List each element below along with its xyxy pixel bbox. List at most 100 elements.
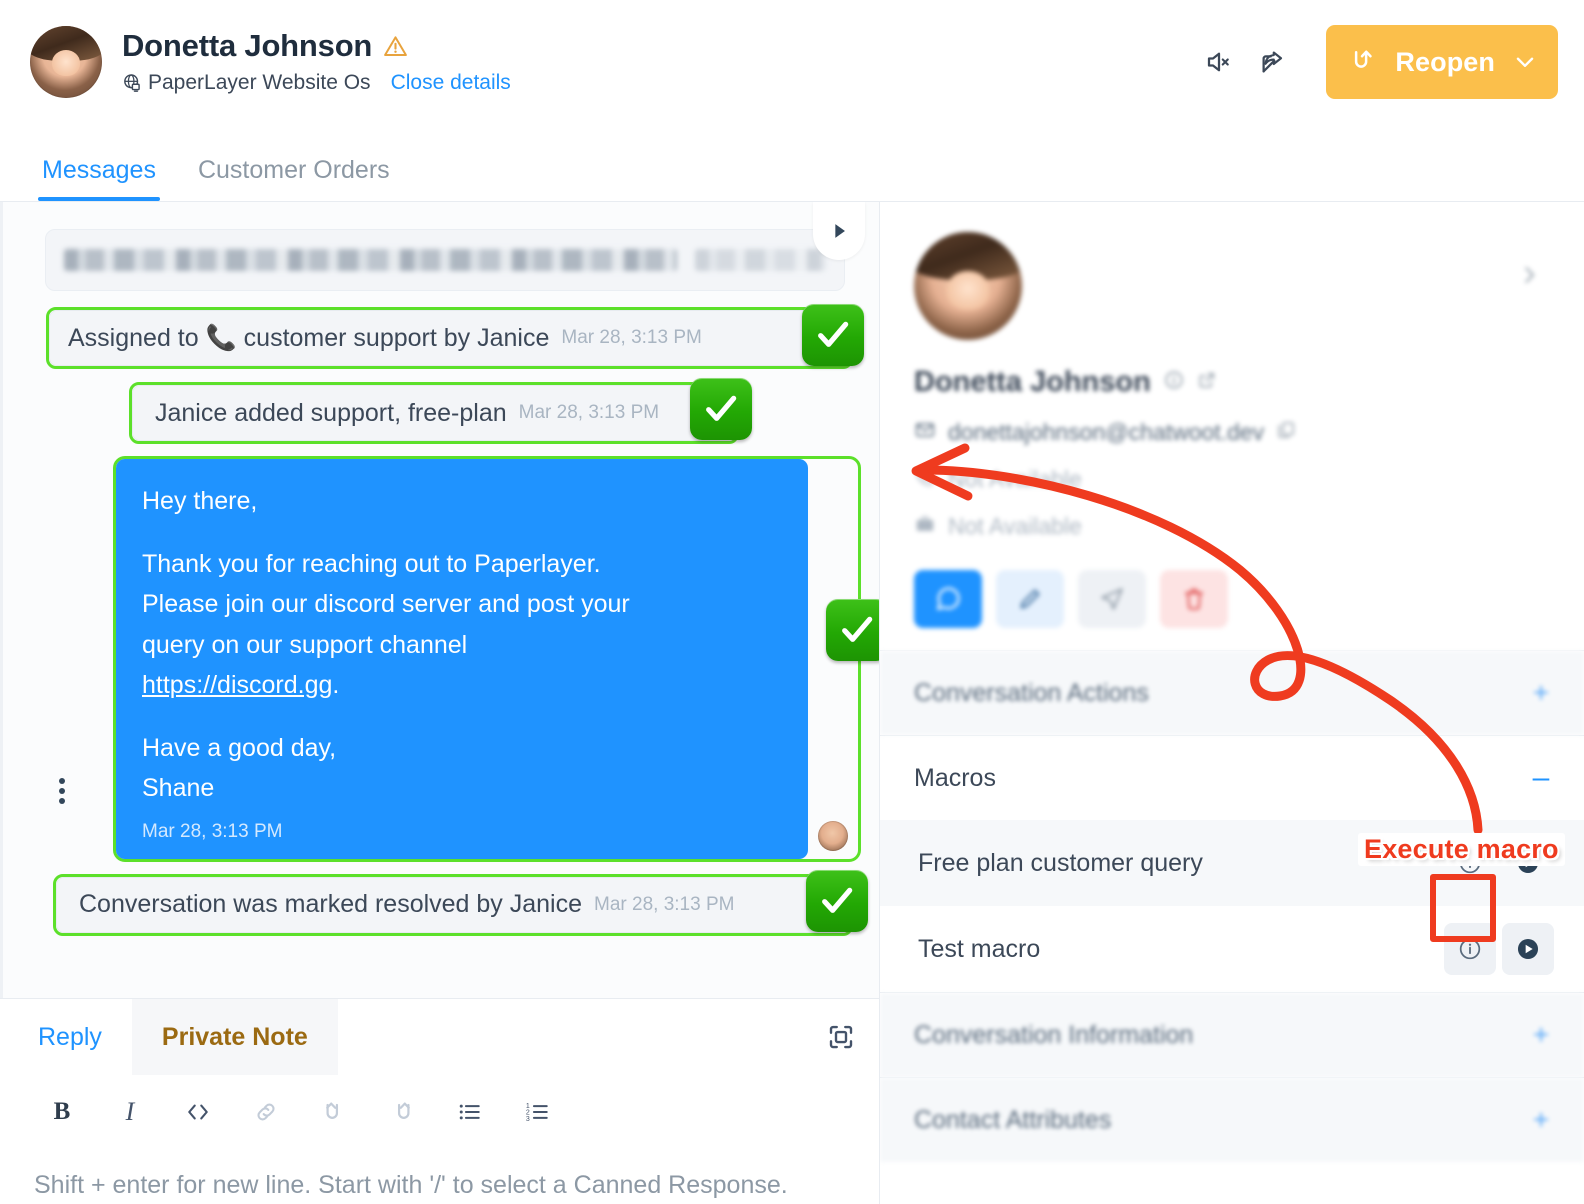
contact-name: Donetta Johnson — [914, 366, 1151, 398]
header-actions: Reopen — [1192, 25, 1558, 99]
macro-name: Free plan customer query — [918, 848, 1203, 877]
warning-triangle-icon — [383, 34, 408, 59]
reopen-label: Reopen — [1395, 46, 1495, 77]
plus-icon[interactable]: + — [1528, 679, 1554, 707]
message-line: query on our support channel — [142, 630, 468, 659]
chat-bubble-icon[interactable] — [914, 570, 982, 628]
section-header-conversation-actions[interactable]: Conversation Actions + — [880, 651, 1584, 735]
send-icon[interactable] — [1078, 570, 1146, 628]
minus-icon[interactable]: – — [1528, 763, 1554, 793]
conversation-screen: Donetta Johnson PaperLayer Website Os Cl… — [0, 0, 1584, 1204]
list-item: Assigned to 📞 customer support by Janice… — [46, 304, 864, 369]
tab-customer-orders[interactable]: Customer Orders — [194, 156, 394, 201]
play-circle-icon[interactable] — [1502, 837, 1554, 889]
contact-company: Not Available — [948, 513, 1082, 539]
tab-reply[interactable]: Reply — [0, 999, 132, 1075]
message-line: Shane — [142, 774, 215, 802]
redo-button[interactable] — [368, 1085, 436, 1139]
more-vertical-icon[interactable] — [47, 774, 77, 808]
contact-avatar — [914, 232, 1022, 340]
info-circle-icon[interactable] — [1444, 923, 1496, 975]
contact-sidebar: Donetta Johnson donettajohnson@chatwoot.… — [880, 202, 1584, 1204]
plus-icon[interactable]: + — [1528, 1106, 1554, 1134]
copy-icon[interactable] — [1276, 420, 1296, 445]
highlight-box-assigned: Assigned to 📞 customer support by Janice… — [46, 304, 864, 369]
redacted-activity-time — [694, 249, 826, 271]
timestamp: Mar 28, 3:13 PM — [594, 893, 735, 915]
section-header-macros[interactable]: Macros – — [880, 736, 1584, 820]
section-header-conversation-information[interactable]: Conversation Information + — [880, 993, 1584, 1077]
message-line: Have a good day, — [142, 733, 337, 762]
bullet-list-button[interactable] — [436, 1085, 504, 1139]
contact-action-buttons — [914, 570, 1550, 628]
play-triangle-icon[interactable] — [813, 202, 865, 260]
timestamp: Mar 28, 3:13 PM — [142, 820, 283, 842]
svg-text:3: 3 — [526, 1116, 530, 1123]
macro-row-free-plan-customer-query[interactable]: Free plan customer query — [880, 820, 1584, 906]
list-item: Hey there, Thank you for reaching out to… — [59, 456, 879, 862]
section-conversation-information: Conversation Information + — [880, 992, 1584, 1077]
list-item: Conversation was marked resolved by Jani… — [53, 869, 868, 936]
contact-email[interactable]: donettajohnson@chatwoot.dev — [948, 419, 1264, 446]
avatar — [30, 26, 102, 98]
conversation-body: Assigned to 📞 customer support by Janice… — [0, 202, 1584, 1204]
conversation-tabs: Messages Customer Orders — [0, 124, 1584, 202]
macro-name: Test macro — [918, 934, 1041, 963]
page-title: Donetta Johnson — [122, 27, 373, 63]
outgoing-message-bubble: Hey there, Thank you for reaching out to… — [116, 459, 808, 859]
tab-messages[interactable]: Messages — [38, 156, 160, 201]
contact-card: Donetta Johnson donettajohnson@chatwoot.… — [880, 202, 1584, 650]
system-message-text: Assigned to 📞 customer support by Janice — [68, 323, 550, 352]
inbox-name: PaperLayer Website Os — [148, 71, 371, 95]
plus-icon[interactable]: + — [1528, 1021, 1554, 1049]
conversation-header: Donetta Johnson PaperLayer Website Os Cl… — [0, 0, 1584, 124]
system-message: Janice added support, free-plan Mar 28, … — [132, 385, 736, 441]
section-contact-attributes: Contact Attributes + — [880, 1077, 1584, 1162]
message-column: Assigned to 📞 customer support by Janice… — [0, 202, 880, 1204]
link-button[interactable] — [232, 1085, 300, 1139]
share-forward-icon[interactable] — [1246, 35, 1300, 89]
message-line: Please join our discord server and post … — [142, 590, 630, 618]
play-circle-icon[interactable] — [1502, 923, 1554, 975]
info-circle-icon[interactable] — [1163, 369, 1185, 396]
macro-row-test-macro[interactable]: Test macro — [880, 906, 1584, 992]
pencil-icon[interactable] — [996, 570, 1064, 628]
highlight-box-label-added: Janice added support, free-plan Mar 28, … — [129, 378, 752, 444]
chevron-down-icon[interactable] — [1512, 49, 1538, 75]
info-circle-icon[interactable] — [1444, 837, 1496, 889]
message-line: Hey there, — [142, 487, 258, 515]
system-message-text: Janice added support, free-plan — [155, 398, 507, 427]
bold-button[interactable]: B — [28, 1085, 96, 1139]
activity-entry-redacted — [45, 229, 845, 291]
highlight-box-outgoing-message: Hey there, Thank you for reaching out to… — [113, 456, 879, 862]
italic-button[interactable]: I — [96, 1085, 164, 1139]
code-button[interactable] — [164, 1085, 232, 1139]
expand-fullscreen-icon[interactable] — [803, 999, 879, 1075]
phone-icon — [914, 466, 936, 493]
chevron-right-icon[interactable] — [1518, 232, 1550, 295]
tab-private-note[interactable]: Private Note — [131, 999, 338, 1075]
reopen-button[interactable]: Reopen — [1326, 25, 1558, 99]
close-details-link[interactable]: Close details — [391, 71, 511, 95]
undo-button[interactable] — [300, 1085, 368, 1139]
message-list[interactable]: Assigned to 📞 customer support by Janice… — [0, 202, 879, 998]
green-check-badge — [806, 869, 868, 932]
numbered-list-button[interactable]: 1 2 3 — [504, 1085, 572, 1139]
reply-tabs: Reply Private Note — [0, 999, 879, 1075]
timestamp: Mar 28, 3:13 PM — [518, 402, 660, 423]
section-macros: Macros – Free plan customer query Test m… — [880, 735, 1584, 992]
agent-avatar — [818, 820, 848, 851]
section-header-contact-attributes[interactable]: Contact Attributes + — [880, 1078, 1584, 1162]
contact-name-row: Donetta Johnson — [914, 366, 1550, 399]
list-item: Janice added support, free-plan Mar 28, … — [129, 378, 853, 444]
trash-icon[interactable] — [1160, 570, 1228, 628]
speaker-mute-icon[interactable] — [1192, 35, 1246, 89]
section-title: Macros — [914, 763, 996, 792]
inbox-row: PaperLayer Website Os Close details — [122, 71, 1192, 95]
message-line: Thank you for reaching out to Paperlayer… — [142, 549, 601, 578]
external-link-icon[interactable] — [1197, 370, 1217, 395]
format-toolbar: B I 1 2 3 — [0, 1075, 879, 1149]
highlight-box-resolved: Conversation was marked resolved by Jani… — [53, 869, 868, 936]
reply-input-placeholder[interactable]: Shift + enter for new line. Start with '… — [0, 1149, 879, 1204]
discord-link[interactable]: https://discord.gg — [142, 671, 332, 699]
